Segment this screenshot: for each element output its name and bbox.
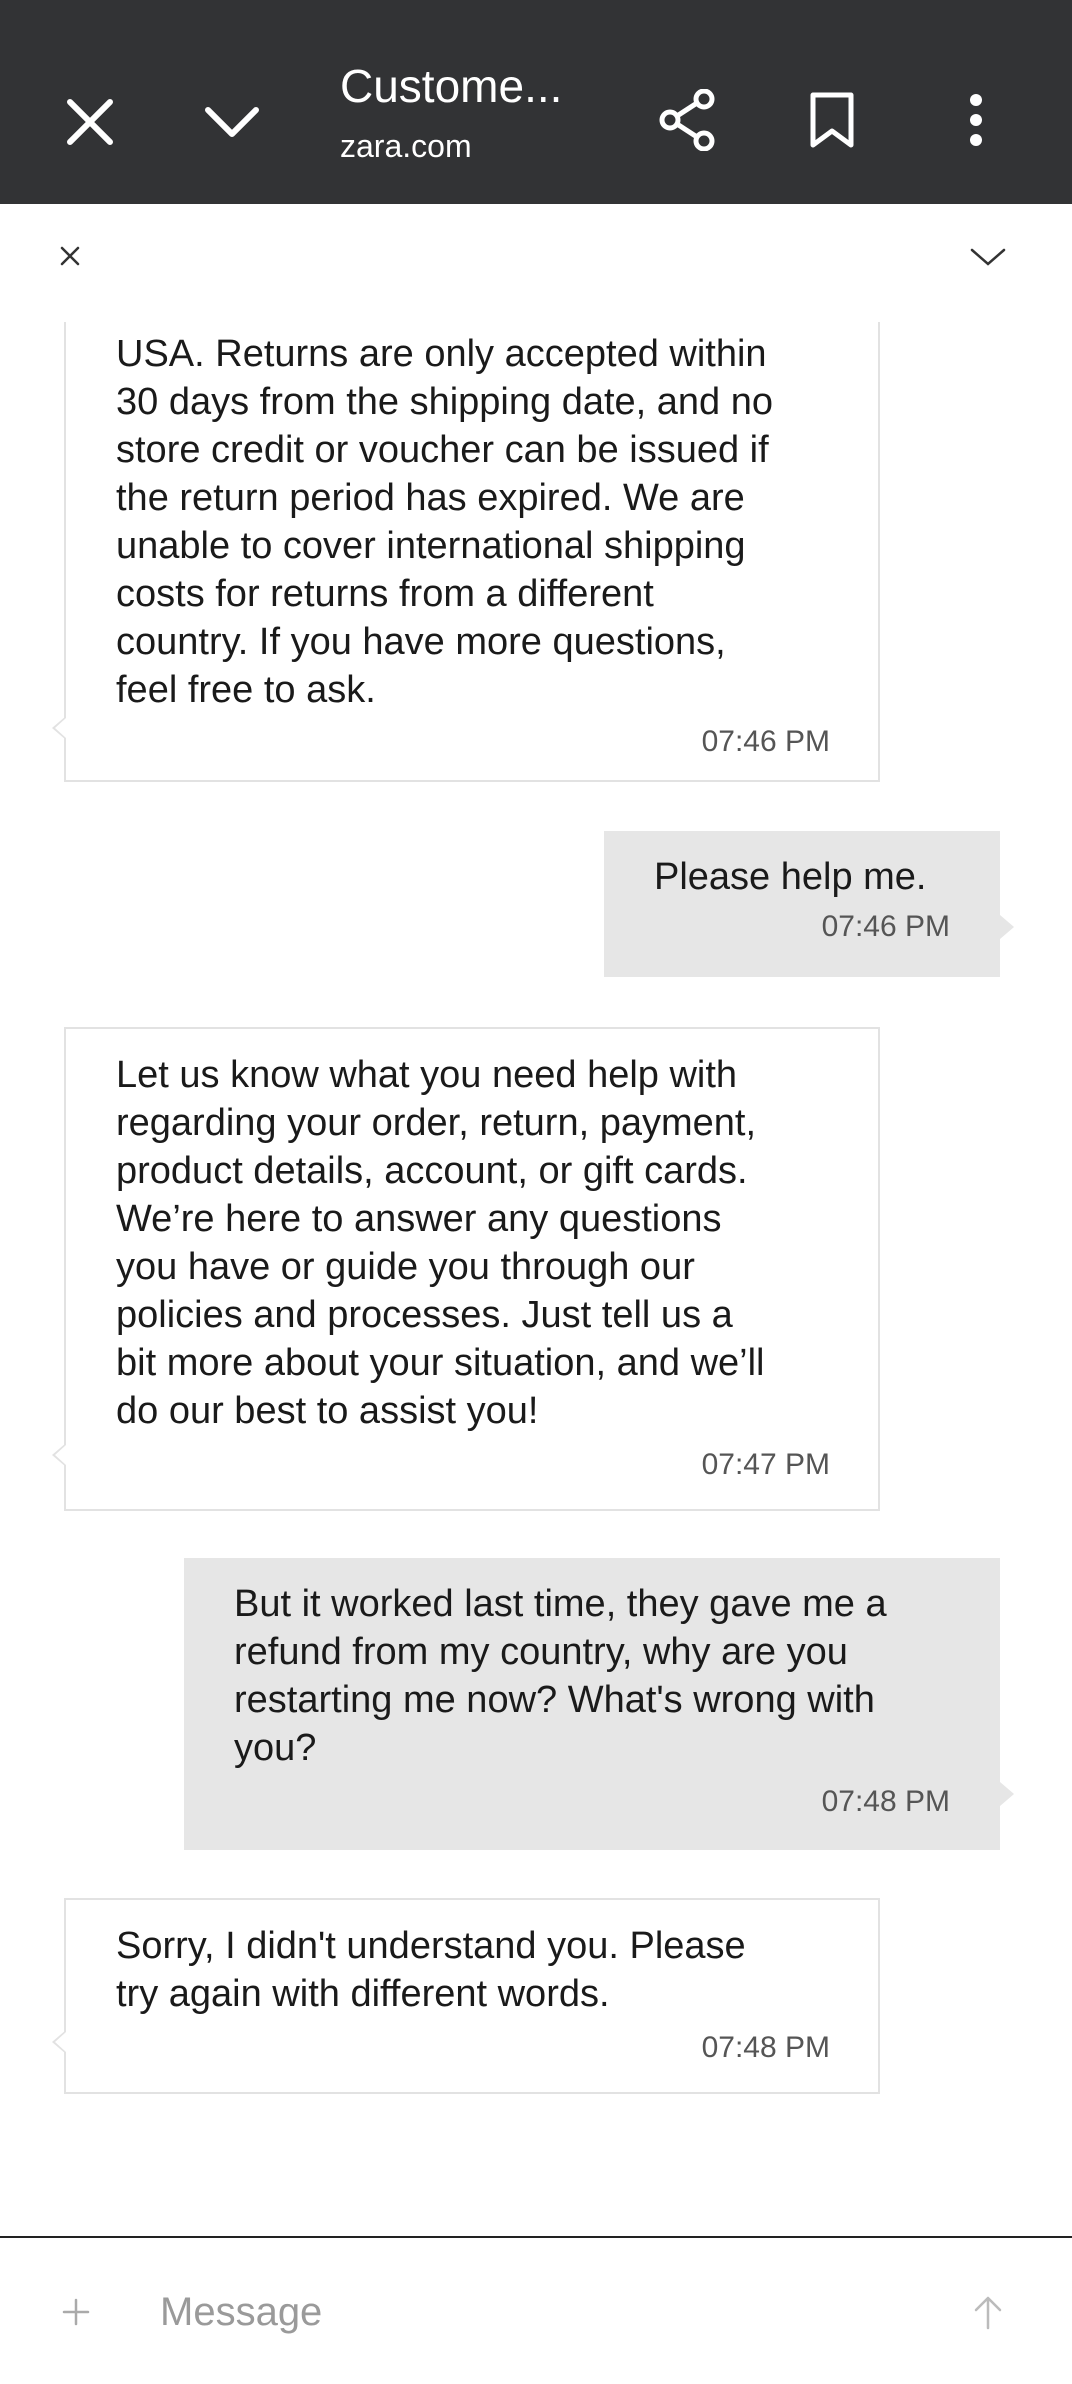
message-text: Let us know what you need help with rega… <box>116 1054 765 1432</box>
message-input[interactable] <box>160 2280 920 2344</box>
message-time: 07:48 PM <box>821 1785 950 1818</box>
message-time: 07:47 PM <box>701 1448 830 1481</box>
tab-title-block: Custome... zara.com <box>340 56 600 168</box>
page-title: Custome... <box>340 60 563 112</box>
bubble-tail <box>52 1443 66 1467</box>
chat-close-icon[interactable] <box>50 236 90 276</box>
chat-collapse-icon[interactable] <box>968 242 1008 272</box>
message-text: Sorry, I didn't understand you. Please t… <box>116 1925 746 2015</box>
close-icon[interactable] <box>54 86 126 158</box>
message-time: 07:48 PM <box>701 2031 830 2064</box>
message-list[interactable]: USA. Returns are only accepted within 30… <box>0 322 1072 2236</box>
bookmark-icon[interactable] <box>796 84 868 156</box>
bot-message: Sorry, I didn't understand you. Please t… <box>52 1898 880 2094</box>
bot-message: Let us know what you need help with rega… <box>52 1027 880 1511</box>
plus-icon[interactable] <box>58 2294 94 2330</box>
user-message: But it worked last time, they gave me a … <box>184 1558 1014 1850</box>
message-text: But it worked last time, they gave me a … <box>234 1583 887 1769</box>
chat-header <box>0 204 1072 322</box>
bubble-tail <box>1000 1782 1014 1806</box>
chevron-down-icon[interactable] <box>196 86 268 158</box>
share-icon[interactable] <box>652 84 724 156</box>
bot-message: USA. Returns are only accepted within 30… <box>52 322 880 782</box>
bubble-tail <box>52 716 66 740</box>
arrow-up-icon[interactable] <box>970 2292 1006 2332</box>
bubble-tail <box>52 2030 66 2054</box>
message-text: USA. Returns are only accepted within 30… <box>116 333 774 711</box>
message-time: 07:46 PM <box>821 910 950 943</box>
user-message: Please help me. 07:46 PM <box>604 831 1014 977</box>
page-url: zara.com <box>340 128 472 164</box>
bubble-tail <box>1000 915 1014 939</box>
message-time: 07:46 PM <box>701 725 830 758</box>
message-text: Please help me. <box>654 856 927 898</box>
browser-toolbar: Custome... zara.com <box>0 0 1072 204</box>
more-vert-icon[interactable] <box>940 84 1012 156</box>
